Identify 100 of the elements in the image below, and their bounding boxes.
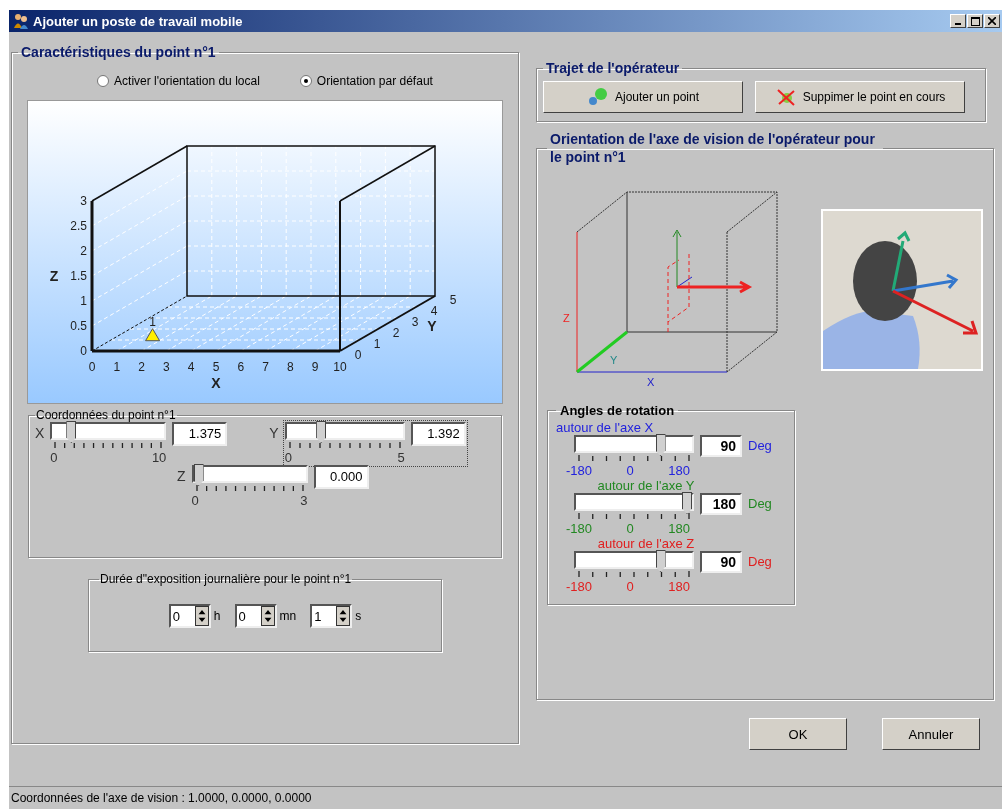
unit-label: h xyxy=(213,609,221,623)
tick-label: 7 xyxy=(262,360,269,374)
toolbar-button[interactable]: Suppimer le point en cours xyxy=(755,80,965,113)
axis-label: X xyxy=(647,376,655,388)
scale-label: 10 xyxy=(151,450,167,465)
tick-label: 8 xyxy=(287,360,294,374)
spin-arrows-icon[interactable] xyxy=(336,606,351,626)
tick-label: 1.5 xyxy=(70,269,87,283)
tick-label: 2 xyxy=(392,326,400,340)
group-title: Durée d"exposition journalière pour le point n°1 xyxy=(99,572,353,586)
tick-label: 3 xyxy=(411,315,419,329)
tick-label: 0 xyxy=(354,348,362,362)
scale-label: 0 xyxy=(50,450,58,465)
tick-label: 6 xyxy=(237,360,245,374)
radio-option[interactable]: Activer l'orientation du local xyxy=(97,74,260,88)
axis-label: Y xyxy=(610,354,618,366)
unit-label: Deg xyxy=(748,554,772,569)
slider-thumb[interactable] xyxy=(193,464,204,486)
scale-label: 0 xyxy=(626,579,634,594)
tick-label: 1 xyxy=(373,337,381,351)
scale-label: 5 xyxy=(397,450,405,465)
toolbar-button[interactable]: Ajouter un point xyxy=(543,80,743,113)
axis-caption: autour de l'axe Z xyxy=(597,536,695,551)
tick-label: 4 xyxy=(430,304,438,318)
number-spinner[interactable]: 1 xyxy=(310,604,353,628)
tick-label: 4 xyxy=(187,360,195,374)
scale-label: 0 xyxy=(626,521,634,536)
scale-label: 0 xyxy=(626,463,634,478)
close-button[interactable] xyxy=(984,14,1000,28)
scale-label: 0 xyxy=(191,493,199,508)
number-spinner[interactable]: 0 xyxy=(234,604,277,628)
unit-label: Deg xyxy=(748,438,772,453)
group-title: Coordonnées du point n°1 xyxy=(35,408,177,422)
slider-track[interactable] xyxy=(191,465,308,483)
scale-label: 180 xyxy=(668,521,690,536)
minimize-button[interactable] xyxy=(950,14,966,28)
slider-track[interactable] xyxy=(574,551,694,569)
axis-label: Z xyxy=(49,268,59,284)
tick-label: 5 xyxy=(212,360,220,374)
slider-track[interactable] xyxy=(574,493,694,511)
angle-field[interactable]: 180 xyxy=(700,493,742,515)
tick-label: 0.5 xyxy=(70,319,87,333)
spin-arrows-icon[interactable] xyxy=(260,606,275,626)
scale-label: 180 xyxy=(668,579,690,594)
scale-label: -180 xyxy=(566,463,593,478)
scale-label: 0 xyxy=(284,450,292,465)
axis-label: Y xyxy=(269,425,279,441)
axis-label: X xyxy=(35,425,45,441)
tick-label: 1 xyxy=(113,360,121,374)
radio-circle[interactable] xyxy=(299,75,312,87)
point-marker xyxy=(145,328,161,342)
group-title: Orientation de l'axe de vision de l'opérateur pour le point n°1 xyxy=(549,130,876,166)
angle-field[interactable]: 90 xyxy=(700,435,742,457)
slider-thumb[interactable] xyxy=(316,421,327,443)
tick-label: 2 xyxy=(80,244,87,258)
tick-label: 2 xyxy=(138,360,145,374)
slider-thumb[interactable] xyxy=(66,421,77,443)
value-field[interactable]: 0.000 xyxy=(313,465,369,489)
scale-label: 180 xyxy=(668,463,690,478)
maximize-button[interactable] xyxy=(967,14,983,28)
dialog-button[interactable]: Annuler xyxy=(882,718,980,750)
tick-label: 5 xyxy=(449,293,457,307)
scale-label: -180 xyxy=(566,579,593,594)
dialog-button[interactable]: OK xyxy=(749,718,847,750)
tick-label: 3 xyxy=(163,360,170,374)
radio-circle[interactable] xyxy=(97,75,110,87)
angle-field[interactable]: 90 xyxy=(700,551,742,573)
tick-label: 3 xyxy=(80,194,87,208)
unit-label: Deg xyxy=(748,496,772,511)
maximize-icon xyxy=(970,16,980,26)
spin-arrows-icon[interactable] xyxy=(194,606,209,626)
group-title: Trajet de l'opérateur xyxy=(545,60,681,76)
axis-caption: autour de l'axe X xyxy=(556,420,654,435)
slider-track[interactable] xyxy=(50,422,167,440)
slider-thumb[interactable] xyxy=(682,492,692,514)
tick-label: 9 xyxy=(311,360,319,374)
axis-label: Y xyxy=(427,318,437,334)
slider-track[interactable] xyxy=(574,435,694,453)
slider-track[interactable] xyxy=(284,422,405,440)
close-icon xyxy=(988,17,996,25)
number-spinner[interactable]: 0 xyxy=(168,604,211,628)
people-icon xyxy=(13,13,29,29)
tick-label: 0 xyxy=(80,344,87,358)
scale-label: -180 xyxy=(566,521,593,536)
tick-label: 0 xyxy=(88,360,96,374)
tick-label: 2.5 xyxy=(70,219,87,233)
axis-caption: autour de l'axe Y xyxy=(597,478,695,493)
axis-label: Z xyxy=(177,468,186,484)
slider-thumb[interactable] xyxy=(655,550,666,572)
slider-thumb[interactable] xyxy=(655,434,666,456)
value-field[interactable]: 1.375 xyxy=(172,422,228,446)
axis-label: X xyxy=(211,375,221,391)
axis-label: Z xyxy=(563,312,570,324)
radio-option[interactable]: Orientation par défaut xyxy=(299,74,433,88)
scale-label: 3 xyxy=(300,493,308,508)
value-field[interactable]: 1.392 xyxy=(410,422,466,446)
tick-label: 1 xyxy=(80,294,87,308)
unit-label: mn xyxy=(279,609,297,623)
point-label: 1 xyxy=(149,314,156,329)
window-title: Ajouter un poste de travail mobile xyxy=(33,13,244,29)
